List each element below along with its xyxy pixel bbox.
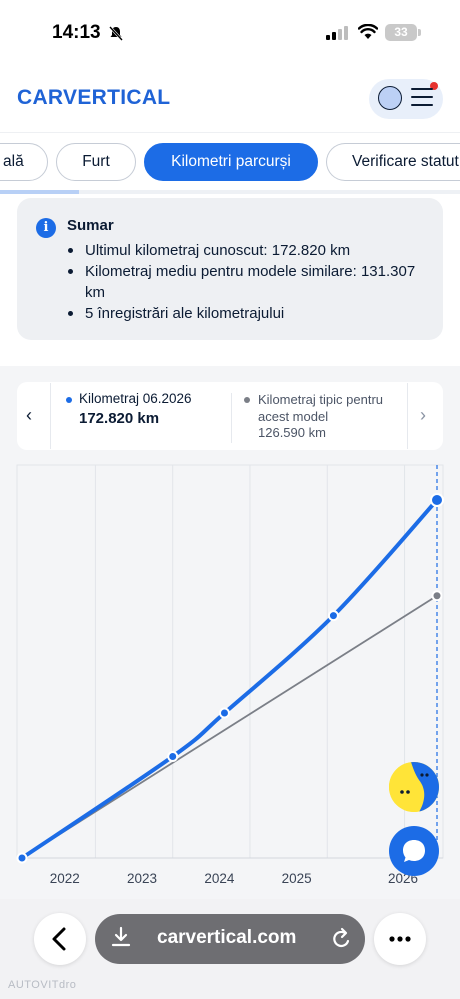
chevron-left-icon xyxy=(52,927,66,951)
legend-typical-value: 126.590 km xyxy=(258,425,326,440)
tab-furt[interactable]: Furt xyxy=(56,143,136,181)
carvertical-logo[interactable]: CARVERTICAL xyxy=(17,86,170,110)
legend-next-button[interactable]: › xyxy=(420,405,426,426)
hamburger-menu-icon[interactable] xyxy=(411,88,433,106)
legend-divider xyxy=(407,383,408,449)
download-icon xyxy=(111,926,131,947)
status-bar: 14:13 33 xyxy=(0,0,460,66)
wifi-icon xyxy=(358,24,378,39)
legend-divider xyxy=(231,393,232,443)
legend-previous-button[interactable]: ‹ xyxy=(26,405,32,426)
legend-typical-label: Kilometraj tipic pentru acest model xyxy=(258,392,383,424)
legend-mileage-value: 172.820 km xyxy=(79,410,160,427)
summary-item-average-mileage: Kilometraj mediu pentru modele similare:… xyxy=(67,261,437,303)
chat-bubble-icon xyxy=(403,840,425,862)
legend-dot-mileage xyxy=(66,397,72,403)
info-icon: i xyxy=(36,218,56,238)
tab-kilometri-parcursi[interactable]: Kilometri parcurși xyxy=(144,143,318,181)
cellular-signal-icon xyxy=(326,26,348,40)
tab-verificare-statut[interactable]: Verificare statut xyxy=(326,143,460,181)
bell-off-icon xyxy=(109,26,123,41)
summary-list: Ultimul kilometraj cunoscut: 172.820 km … xyxy=(67,240,437,324)
status-time: 14:13 xyxy=(52,22,101,43)
more-dots-icon xyxy=(389,936,411,942)
mileage-plot-area[interactable] xyxy=(17,465,443,895)
summary-item-records-count: 5 înregistrări ale kilometrajului xyxy=(67,303,437,324)
user-avatar-icon[interactable] xyxy=(378,86,402,110)
summary-item-last-mileage: Ultimul kilometraj cunoscut: 172.820 km xyxy=(67,240,437,261)
browser-more-button[interactable] xyxy=(374,913,426,965)
battery-indicator: 33 xyxy=(385,24,417,41)
reload-icon[interactable] xyxy=(331,927,353,951)
battery-cap xyxy=(418,29,421,36)
address-bar-url[interactable]: carvertical.com xyxy=(157,927,296,949)
tabs-scroll-indicator xyxy=(0,190,79,194)
legend-divider xyxy=(50,383,51,449)
summary-title: Sumar xyxy=(67,217,114,234)
legend-dot-typical xyxy=(244,397,250,403)
legend-mileage-label: Kilometraj 06.2026 xyxy=(79,391,192,406)
tab-partial-previous[interactable]: ală xyxy=(0,143,48,181)
mascot-icon xyxy=(389,762,439,812)
chat-button[interactable] xyxy=(389,826,439,876)
browser-back-button[interactable] xyxy=(34,913,86,965)
mascot-helper-button[interactable] xyxy=(389,762,439,812)
watermark-text: AUTOVITdro xyxy=(8,979,77,991)
